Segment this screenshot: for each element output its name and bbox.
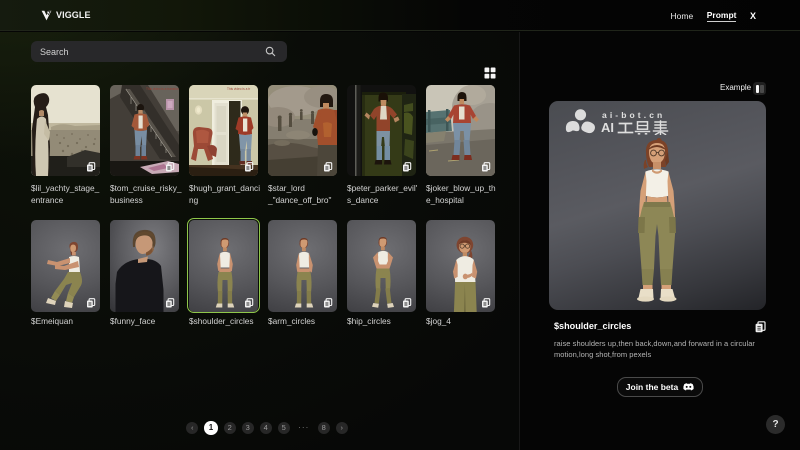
svg-text:AI: AI <box>601 120 614 135</box>
svg-text:This video is a tr: This video is a tr <box>227 87 251 91</box>
svg-text:This video is a transformatio: This video is a transformatio <box>146 87 179 91</box>
